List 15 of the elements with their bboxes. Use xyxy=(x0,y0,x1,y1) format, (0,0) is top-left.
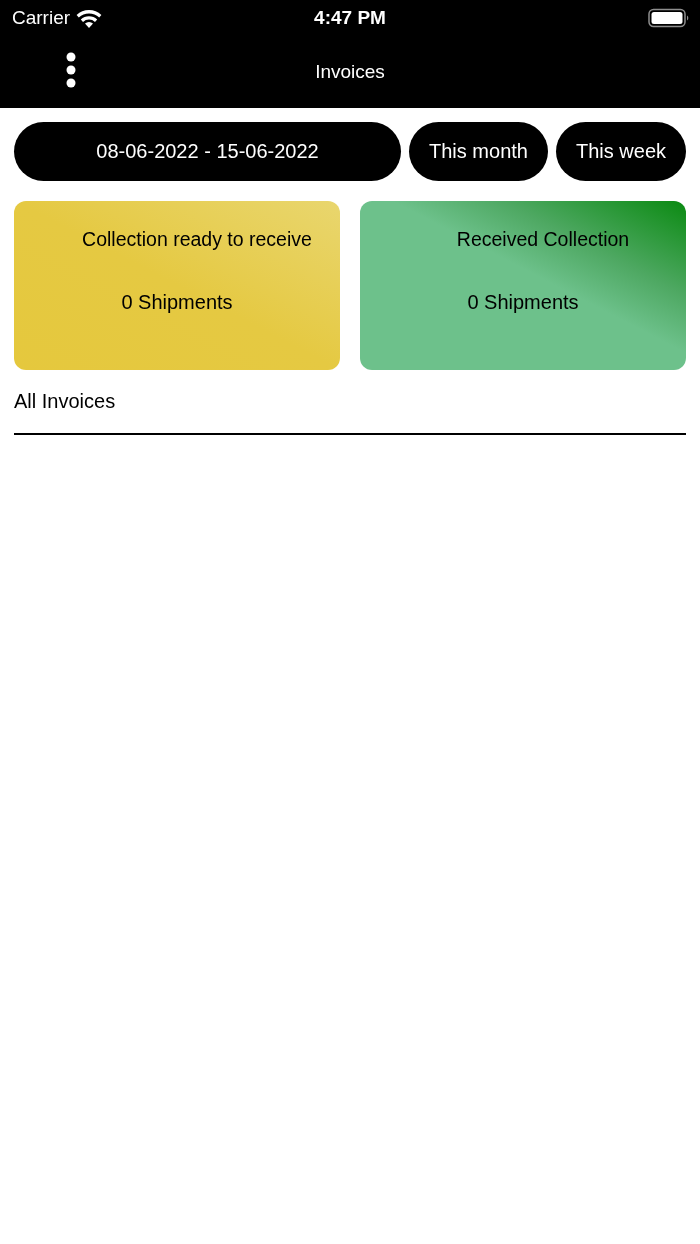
period-filter-button[interactable]: This week xyxy=(555,122,686,181)
section-title: All Invoices xyxy=(14,390,116,413)
battery-icon xyxy=(648,8,690,28)
shipment-count: 0 Shipments xyxy=(121,291,233,314)
period-filter-button[interactable]: This month xyxy=(409,122,548,181)
card-title: Collection ready to receive xyxy=(82,228,312,251)
clock-time: 4:47 PM xyxy=(314,7,386,28)
summary-card[interactable]: Collection ready to receive 0 Shipments xyxy=(14,201,340,370)
card-title: Received Collection xyxy=(456,228,630,251)
summary-card[interactable]: Received Collection 0 Shipments xyxy=(360,201,686,370)
carrier-label: Carrier xyxy=(12,7,71,29)
shipment-count: 0 Shipments xyxy=(467,291,579,314)
wifi-icon xyxy=(76,8,103,28)
page-title: Invoices xyxy=(315,61,385,83)
date-range-button[interactable]: 08-06-2022 - 15-06-2022 xyxy=(14,122,402,181)
